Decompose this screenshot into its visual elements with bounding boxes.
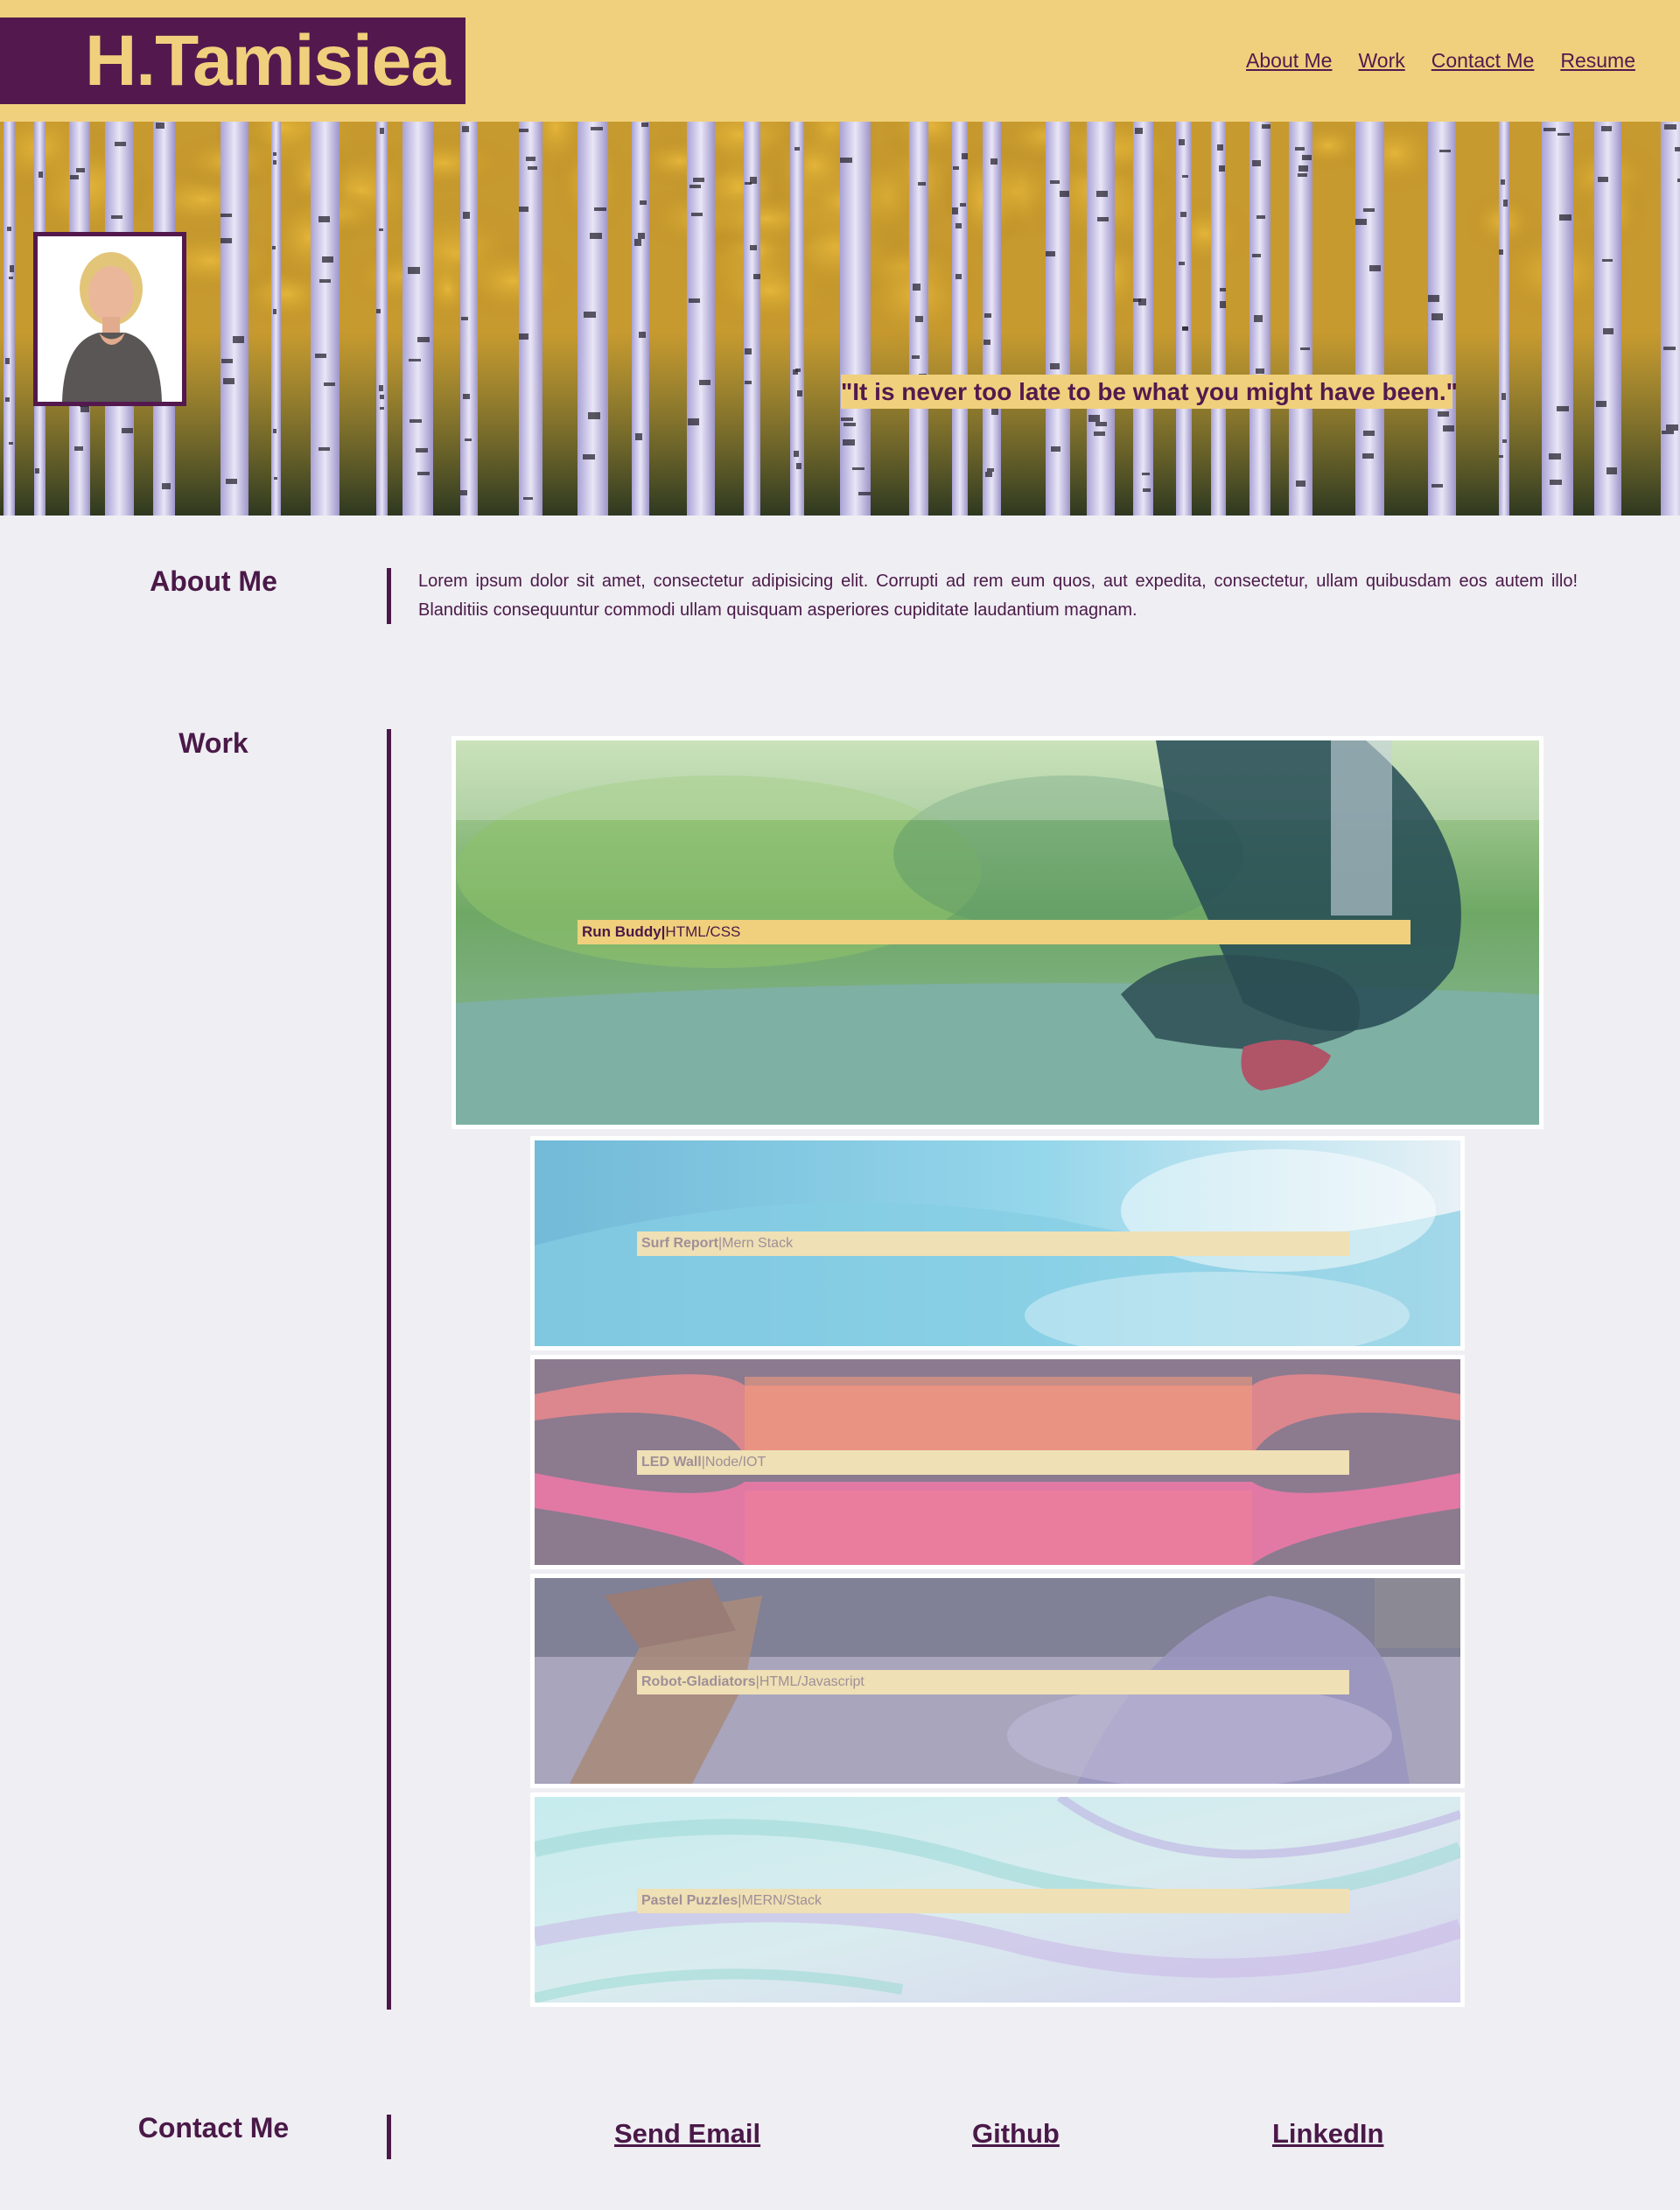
project-tech: Node/IOT — [704, 1455, 766, 1470]
project-card-robot-gladiators[interactable]: Robot-Gladiators|HTML/Javascript — [530, 1574, 1465, 1788]
nav-link-contact-me[interactable]: Contact Me — [1432, 49, 1535, 73]
project-tech: HTML/Javascript — [759, 1674, 864, 1689]
logo-text: H.Tamisiea — [85, 21, 451, 101]
about-me-divider — [387, 568, 391, 624]
project-label-run-buddy: Run Buddy|HTML/CSS — [578, 920, 1410, 944]
project-tech: Mern Stack — [722, 1236, 794, 1251]
logo[interactable]: H.Tamisiea — [0, 18, 466, 104]
project-tech: HTML/CSS — [665, 923, 741, 940]
about-me-heading: About Me — [150, 565, 277, 597]
nav-link-work[interactable]: Work — [1358, 49, 1404, 73]
site-header: H.Tamisiea About Me Work Contact Me Resu… — [0, 0, 1680, 122]
project-label-led-wall: LED Wall|Node/IOT — [637, 1450, 1349, 1475]
project-name: Pastel Puzzles — [641, 1893, 738, 1908]
send-email-link[interactable]: Send Email — [614, 2118, 760, 2150]
about-me-text: Lorem ipsum dolor sit amet, consectetur … — [418, 572, 1578, 620]
nav-link-about-me[interactable]: About Me — [1246, 49, 1332, 73]
contact-divider — [387, 2115, 391, 2159]
profile-photo — [33, 232, 186, 406]
contact-me-heading: Contact Me — [137, 2112, 290, 2143]
github-link[interactable]: Github — [972, 2118, 1060, 2150]
hero-banner: "It is never too late to be what you mig… — [0, 122, 1680, 516]
project-card-run-buddy[interactable]: Run Buddy|HTML/CSS — [452, 736, 1544, 1129]
project-name: Surf Report — [641, 1236, 718, 1251]
project-tech: MERN/Stack — [741, 1893, 822, 1908]
project-label-robot-gladiators: Robot-Gladiators|HTML/Javascript — [637, 1670, 1349, 1694]
project-name: LED Wall — [641, 1455, 702, 1470]
birch-forest-image — [0, 122, 1680, 516]
project-name: Run Buddy — [582, 923, 662, 940]
project-name: Robot-Gladiators — [641, 1674, 756, 1689]
work-heading: Work — [178, 727, 248, 759]
main-nav: About Me Work Contact Me Resume — [1246, 49, 1635, 73]
nav-link-resume[interactable]: Resume — [1560, 49, 1635, 73]
work-divider — [387, 729, 391, 2010]
project-label-surf-report: Surf Report|Mern Stack — [637, 1231, 1349, 1256]
project-card-surf-report[interactable]: Surf Report|Mern Stack — [530, 1136, 1465, 1351]
hero-quote: "It is never too late to be what you mig… — [841, 375, 1458, 409]
project-card-led-wall[interactable]: LED Wall|Node/IOT — [530, 1355, 1465, 1569]
project-card-pastel-puzzles[interactable]: Pastel Puzzles|MERN/Stack — [530, 1793, 1465, 2007]
linkedin-link[interactable]: LinkedIn — [1272, 2118, 1383, 2150]
project-label-pastel-puzzles: Pastel Puzzles|MERN/Stack — [637, 1889, 1349, 1913]
